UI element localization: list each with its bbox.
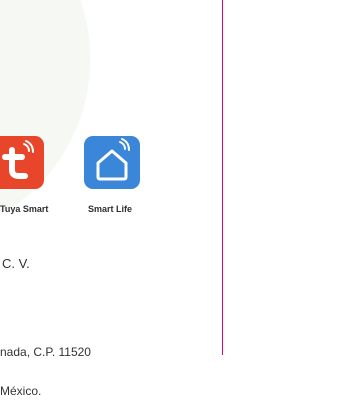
tuya-t-icon <box>2 140 34 179</box>
background-leaf-shape <box>0 0 138 252</box>
tuya-smart-app-icon <box>0 136 44 189</box>
address-line-1: nada, C.P. 11520 <box>0 345 91 359</box>
smart-life-house-icon <box>96 138 130 181</box>
smart-life-label: Smart Life <box>88 204 133 214</box>
page-divider-line <box>222 0 223 355</box>
tuya-smart-label: Tuya Smart <box>0 204 49 214</box>
smart-life-app-icon <box>84 136 140 189</box>
company-name-fragment: C. V. <box>2 256 30 271</box>
company-address: nada, C.P. 11520 México. <box>0 320 91 411</box>
address-line-2: México. <box>0 384 42 398</box>
